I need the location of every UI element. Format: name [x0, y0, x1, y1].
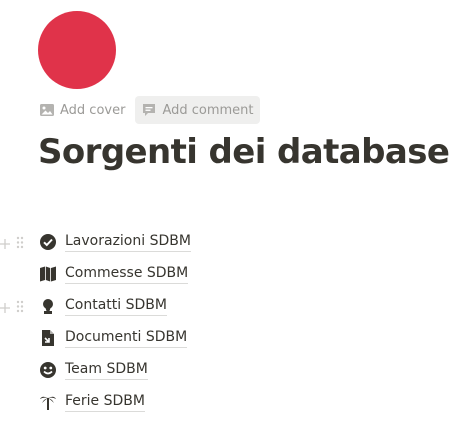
database-link-label[interactable]: Ferie SDBM	[65, 392, 145, 412]
database-link-label[interactable]: Commesse SDBM	[65, 264, 189, 284]
database-row-ferie[interactable]: Ferie SDBM	[0, 386, 470, 418]
add-block-icon[interactable]	[0, 298, 10, 317]
smiley-icon	[39, 361, 57, 379]
database-row-commesse[interactable]: Commesse SDBM	[0, 258, 470, 290]
palm-tree-icon	[39, 393, 57, 411]
map-icon	[39, 265, 57, 283]
check-circle-icon	[39, 233, 57, 251]
database-row-contatti[interactable]: Contatti SDBM	[0, 290, 470, 322]
database-row-documenti[interactable]: Documenti SDBM	[0, 322, 470, 354]
drag-handle-icon[interactable]	[16, 298, 24, 317]
add-block-icon[interactable]	[0, 234, 10, 253]
database-link-label[interactable]: Lavorazioni SDBM	[65, 232, 191, 252]
person-bust-icon	[39, 297, 57, 315]
add-comment-label: Add comment	[162, 102, 254, 118]
row-handles	[0, 298, 24, 317]
page-actions: Add cover Add comment	[33, 96, 260, 124]
database-list: Lavorazioni SDBM Commesse SDBM Contatti …	[0, 226, 470, 418]
database-link-label[interactable]: Documenti SDBM	[65, 328, 188, 348]
document-icon	[39, 329, 57, 347]
page-icon[interactable]	[38, 11, 116, 89]
database-link-label[interactable]: Team SDBM	[65, 360, 148, 380]
add-cover-label: Add cover	[60, 102, 126, 118]
image-icon	[40, 104, 54, 116]
row-handles	[0, 234, 24, 253]
database-row-lavorazioni[interactable]: Lavorazioni SDBM	[0, 226, 470, 258]
database-link-label[interactable]: Contatti SDBM	[65, 296, 167, 316]
add-cover-button[interactable]: Add cover	[33, 96, 131, 124]
comment-icon	[143, 104, 156, 116]
page-title[interactable]: Sorgenti dei database	[38, 132, 450, 172]
drag-handle-icon[interactable]	[16, 234, 24, 253]
add-comment-button[interactable]: Add comment	[135, 96, 260, 124]
database-row-team[interactable]: Team SDBM	[0, 354, 470, 386]
